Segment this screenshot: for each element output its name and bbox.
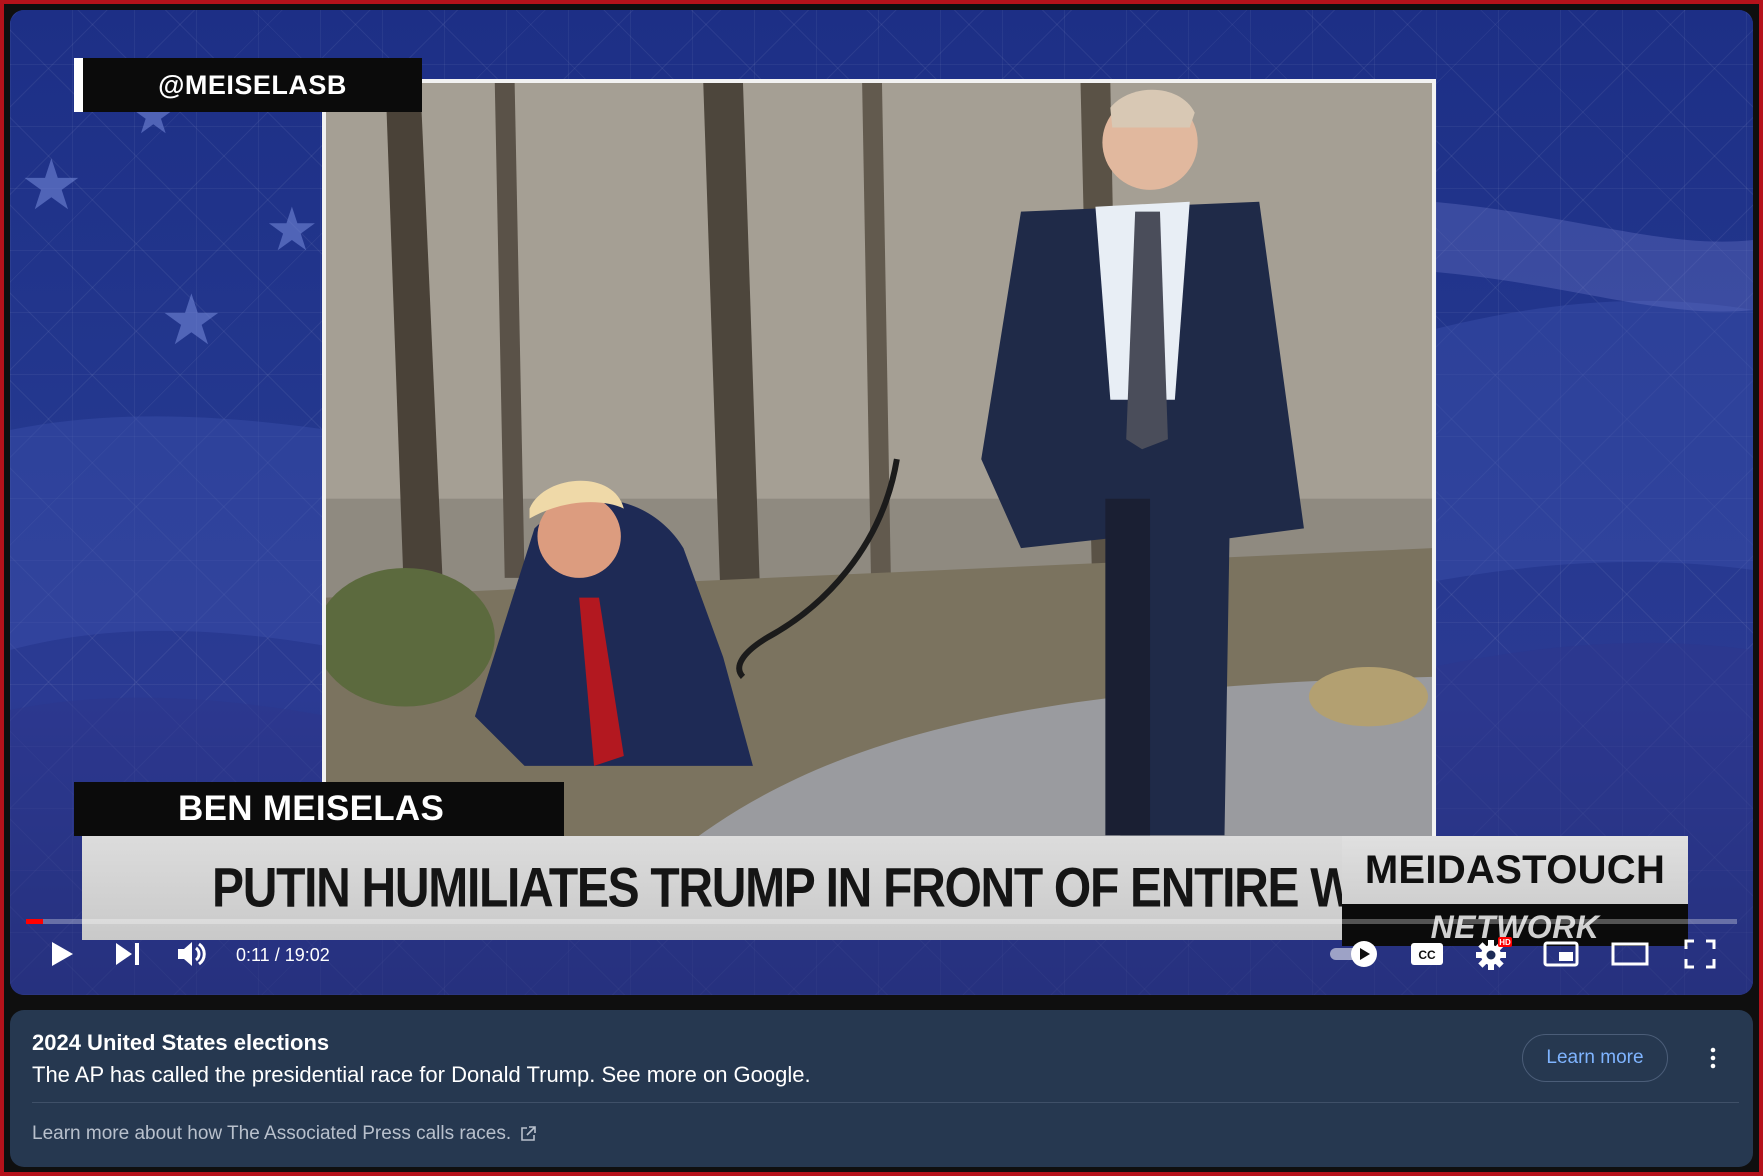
more-vertical-icon — [1710, 1047, 1716, 1069]
learn-more-button[interactable]: Learn more — [1522, 1034, 1668, 1082]
progress-bar[interactable] — [26, 919, 1737, 924]
progress-played — [26, 919, 44, 924]
ap-info-link-text: Learn more about how The Associated Pres… — [32, 1123, 512, 1144]
player-controls: 0:11 / 19:02 CC HD — [10, 926, 1753, 988]
ap-info-link[interactable]: Learn more about how The Associated Pres… — [32, 1123, 537, 1145]
captions-button[interactable]: CC — [1402, 932, 1452, 976]
miniplayer-icon — [1543, 941, 1579, 967]
video-frame-image — [322, 79, 1436, 859]
election-info-panel: 2024 United States elections The AP has … — [10, 1010, 1753, 1167]
autoplay-toggle[interactable] — [1326, 932, 1382, 976]
star-decoration: ★ — [160, 281, 223, 359]
volume-icon — [178, 942, 206, 966]
captions-icon: CC — [1411, 943, 1443, 965]
fullscreen-icon — [1684, 939, 1716, 969]
star-decoration: ★ — [265, 196, 319, 263]
theater-mode-button[interactable] — [1604, 932, 1656, 976]
hd-badge: HD — [1499, 938, 1511, 947]
info-panel-description: The AP has called the presidential race … — [32, 1062, 811, 1087]
brand-logo-text: MEIDASTOUCH — [1342, 836, 1688, 904]
next-icon — [116, 943, 139, 965]
video-player[interactable]: ★ ★ ★ ★ @MEISELASB BEN MEISELAS PUTIN HU… — [10, 10, 1753, 995]
fullscreen-button[interactable] — [1674, 932, 1726, 976]
next-button[interactable] — [106, 932, 150, 976]
info-panel-divider — [32, 1102, 1739, 1103]
time-display: 0:11 / 19:02 — [236, 945, 330, 965]
autoplay-toggle-icon — [1330, 941, 1377, 967]
settings-button[interactable]: HD — [1468, 932, 1518, 976]
theater-icon — [1611, 942, 1649, 966]
miniplayer-button[interactable] — [1536, 932, 1586, 976]
volume-button[interactable] — [170, 932, 214, 976]
star-decoration: ★ — [20, 146, 83, 224]
settings-icon: HD — [1476, 937, 1512, 970]
info-panel-title: 2024 United States elections — [32, 1030, 330, 1055]
social-handle-tag: @MEISELASB — [74, 58, 422, 112]
headline-bar: PUTIN HUMILIATES TRUMP IN FRONT OF ENTIR… — [82, 836, 1486, 940]
presenter-name-tag: BEN MEISELAS — [74, 782, 564, 836]
svg-text:CC: CC — [1418, 948, 1436, 962]
more-options-button[interactable] — [1698, 1040, 1728, 1076]
external-link-icon — [521, 1126, 536, 1141]
headline-text: PUTIN HUMILIATES TRUMP IN FRONT OF ENTIR… — [212, 857, 1486, 919]
play-button[interactable] — [40, 932, 84, 976]
play-icon — [52, 942, 73, 966]
